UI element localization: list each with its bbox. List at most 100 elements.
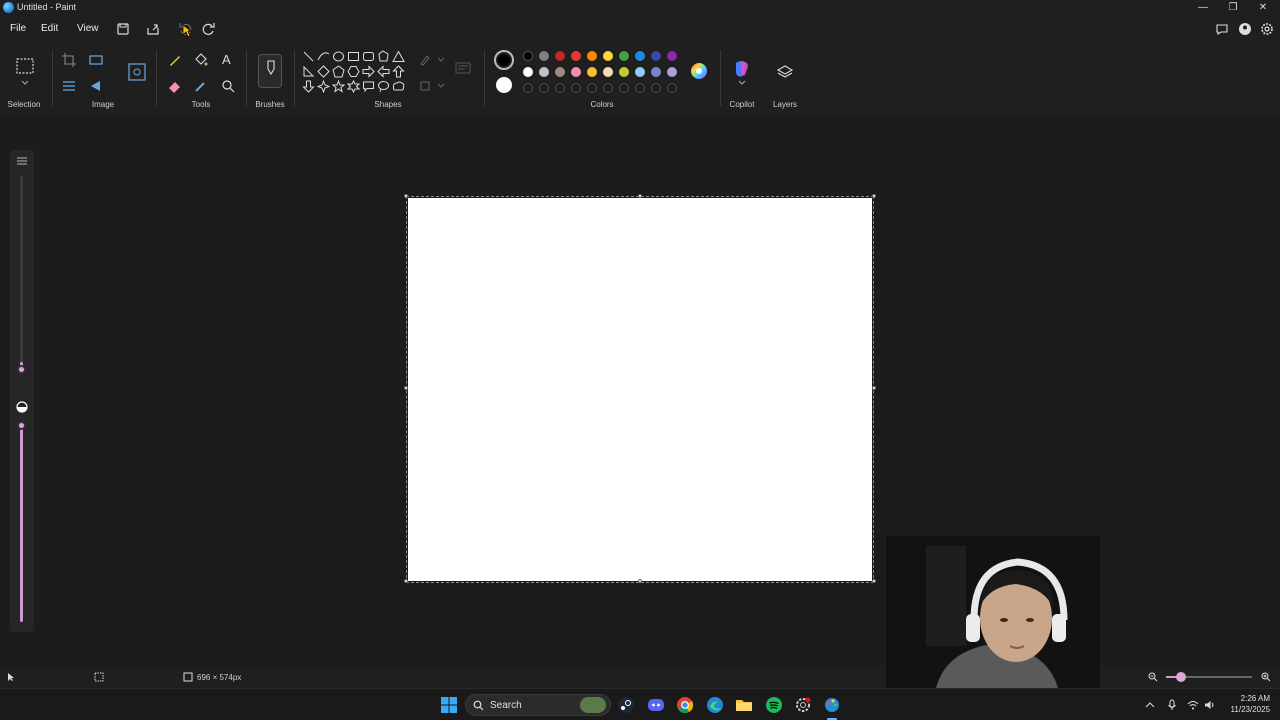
magnifier-icon[interactable] xyxy=(219,77,237,95)
palette-color-swatch[interactable] xyxy=(523,67,533,77)
polygon-shape-icon[interactable] xyxy=(377,50,390,63)
resize-handle[interactable] xyxy=(872,579,876,583)
up-arrow-shape-icon[interactable] xyxy=(392,65,405,78)
line-shape-icon[interactable] xyxy=(302,50,315,63)
paint-taskbar-icon[interactable] xyxy=(823,696,841,714)
clock-time[interactable]: 2:26 AM xyxy=(1222,694,1270,703)
rotate-icon[interactable] xyxy=(87,77,105,95)
palette-color-swatch[interactable] xyxy=(523,51,533,61)
cloud-callout-shape-icon[interactable] xyxy=(392,80,405,93)
taskbar-search-box[interactable]: Search xyxy=(465,694,611,716)
palette-color-swatch[interactable] xyxy=(603,67,613,77)
custom-color-slot[interactable] xyxy=(619,83,629,93)
palette-color-swatch[interactable] xyxy=(555,67,565,77)
color-picker-icon[interactable] xyxy=(192,77,210,95)
crop-icon[interactable] xyxy=(60,51,78,69)
palette-color-swatch[interactable] xyxy=(539,67,549,77)
custom-color-slot[interactable] xyxy=(603,83,613,93)
four-point-star-shape-icon[interactable] xyxy=(317,80,330,93)
edit-colors-icon[interactable] xyxy=(688,60,710,82)
palette-color-swatch[interactable] xyxy=(587,67,597,77)
right-arrow-shape-icon[interactable] xyxy=(362,65,375,78)
palette-color-swatch[interactable] xyxy=(555,51,565,61)
microphone-icon[interactable] xyxy=(1167,699,1177,711)
shapes-gallery[interactable] xyxy=(302,50,406,96)
brushes-button[interactable] xyxy=(258,54,282,88)
pentagon-shape-icon[interactable] xyxy=(332,65,345,78)
resize-handle[interactable] xyxy=(872,386,876,390)
share-icon[interactable] xyxy=(144,20,162,38)
custom-color-slot[interactable] xyxy=(667,83,677,93)
hexagon-shape-icon[interactable] xyxy=(347,65,360,78)
pencil-icon[interactable] xyxy=(166,51,184,69)
file-explorer-icon[interactable] xyxy=(735,696,753,714)
size-slider-track[interactable] xyxy=(20,176,23,372)
right-triangle-shape-icon[interactable] xyxy=(302,65,315,78)
palette-color-swatch[interactable] xyxy=(651,67,661,77)
palette-color-swatch[interactable] xyxy=(667,51,677,61)
zoom-out-icon[interactable] xyxy=(1148,672,1158,682)
secondary-color-swatch[interactable] xyxy=(496,77,512,93)
zoom-in-icon[interactable] xyxy=(1261,672,1271,682)
edge-icon[interactable] xyxy=(706,696,724,714)
selection-rectangle-icon[interactable] xyxy=(15,57,35,77)
palette-color-swatch[interactable] xyxy=(651,51,661,61)
custom-color-slot[interactable] xyxy=(523,83,533,93)
left-arrow-shape-icon[interactable] xyxy=(377,65,390,78)
minimize-button[interactable]: — xyxy=(1188,0,1218,16)
diamond-shape-icon[interactable] xyxy=(317,65,330,78)
custom-color-slot[interactable] xyxy=(555,83,565,93)
chrome-icon[interactable] xyxy=(676,696,694,714)
opacity-slider-thumb[interactable] xyxy=(17,421,26,430)
resize-icon[interactable] xyxy=(87,51,105,69)
shape-outline-icon[interactable] xyxy=(418,53,446,67)
clock-date[interactable]: 11/23/2025 xyxy=(1222,705,1270,714)
palette-color-swatch[interactable] xyxy=(571,51,581,61)
palette-color-swatch[interactable] xyxy=(603,51,613,61)
triangle-shape-icon[interactable] xyxy=(392,50,405,63)
shape-fill-icon[interactable] xyxy=(418,79,446,93)
six-point-star-shape-icon[interactable] xyxy=(347,80,360,93)
text-tool-icon[interactable]: A xyxy=(222,52,231,67)
down-arrow-shape-icon[interactable] xyxy=(302,80,315,93)
feedback-icon[interactable] xyxy=(1214,21,1230,37)
image-select-icon[interactable] xyxy=(127,62,147,82)
volume-icon[interactable] xyxy=(1204,699,1216,711)
copilot-icon[interactable] xyxy=(732,59,752,79)
primary-color-selector[interactable] xyxy=(494,50,514,70)
palette-color-swatch[interactable] xyxy=(587,51,597,61)
palette-color-swatch[interactable] xyxy=(571,67,581,77)
palette-color-swatch[interactable] xyxy=(539,51,549,61)
opacity-slider-fill[interactable] xyxy=(20,426,23,622)
palette-color-swatch[interactable] xyxy=(667,67,677,77)
resize-handle[interactable] xyxy=(404,386,408,390)
menu-view[interactable]: View xyxy=(77,23,99,34)
background-remove-icon[interactable] xyxy=(60,77,78,95)
custom-color-slot[interactable] xyxy=(651,83,661,93)
palette-color-swatch[interactable] xyxy=(635,51,645,61)
wifi-icon[interactable] xyxy=(1187,699,1199,711)
palette-color-swatch[interactable] xyxy=(619,67,629,77)
save-icon[interactable] xyxy=(114,20,132,38)
custom-color-slot[interactable] xyxy=(635,83,645,93)
steam-icon[interactable] xyxy=(617,696,635,714)
chevron-down-icon[interactable] xyxy=(738,80,746,86)
fill-bucket-icon[interactable] xyxy=(192,51,210,69)
layers-icon[interactable] xyxy=(776,64,794,82)
close-button[interactable]: ✕ xyxy=(1248,0,1278,16)
restore-button[interactable]: ❐ xyxy=(1218,0,1248,16)
account-icon[interactable] xyxy=(1237,21,1253,37)
curve-shape-icon[interactable] xyxy=(317,50,330,63)
resize-handle[interactable] xyxy=(404,579,408,583)
windows-start-icon[interactable] xyxy=(440,696,458,714)
zoom-slider-thumb[interactable] xyxy=(1176,672,1186,682)
palette-color-swatch[interactable] xyxy=(619,51,629,61)
settings-gear-icon[interactable] xyxy=(1259,21,1275,37)
rounded-rectangle-shape-icon[interactable] xyxy=(362,50,375,63)
rectangle-shape-icon[interactable] xyxy=(347,50,360,63)
custom-color-slot[interactable] xyxy=(587,83,597,93)
shape-style-icon[interactable] xyxy=(455,61,471,75)
chevron-down-icon[interactable] xyxy=(21,80,29,86)
custom-color-slot[interactable] xyxy=(539,83,549,93)
menu-edit[interactable]: Edit xyxy=(41,23,58,34)
